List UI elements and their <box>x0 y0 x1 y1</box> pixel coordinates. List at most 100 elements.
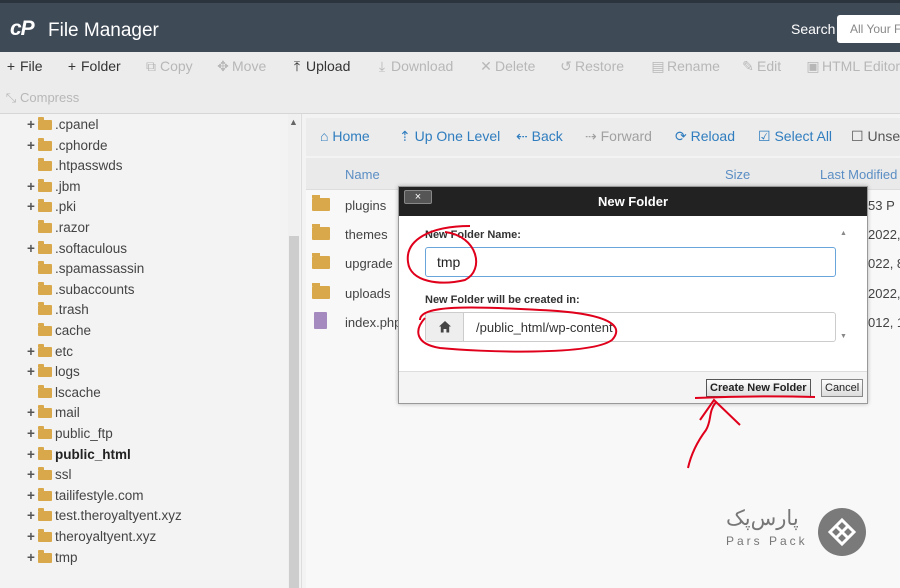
reload-button[interactable]: ⟳ Reload <box>675 128 735 145</box>
forward-button[interactable]: ⇢ Forward <box>585 128 652 145</box>
tree-item-label: .razor <box>55 220 90 235</box>
folder-icon <box>38 281 52 295</box>
html-editor-button[interactable]: ▣ HTML Editor <box>806 58 900 75</box>
new-folder-dialog: New Folder × New Folder Name: tmp New Fo… <box>398 186 868 404</box>
expand-icon[interactable]: + <box>27 426 38 441</box>
expand-icon[interactable]: + <box>27 179 38 194</box>
scroll-up-arrow-icon[interactable]: ▲ <box>289 117 298 127</box>
up-one-level-button[interactable]: ⇡ Up One Level <box>399 128 500 145</box>
expand-icon[interactable]: + <box>27 117 38 132</box>
tree-item[interactable]: .trash <box>27 302 89 317</box>
expand-icon[interactable]: + <box>27 508 38 523</box>
tree-item-label: .spamassassin <box>55 261 145 277</box>
tree-item-label: .subaccounts <box>55 281 135 297</box>
tree-item[interactable]: + theroyaltyent.xyz <box>27 529 156 544</box>
tree-item[interactable]: + mail <box>27 405 80 420</box>
restore-button[interactable]: ↺ Restore <box>559 58 624 75</box>
cancel-button[interactable]: Cancel <box>821 379 864 397</box>
dialog-body: New Folder Name: tmp New Folder will be … <box>399 216 867 371</box>
restore-label: Restore <box>575 58 625 74</box>
new-file-button[interactable]: + File <box>4 58 43 74</box>
select-all-label: Select All <box>774 128 833 144</box>
plus-icon: + <box>67 58 77 74</box>
tree-scroll-thumb[interactable] <box>289 236 299 588</box>
dialog-close-button[interactable]: × <box>404 190 432 204</box>
rename-button[interactable]: ▤ Rename <box>651 58 720 75</box>
forward-arrow-icon: ⇢ <box>585 128 601 144</box>
tree-item[interactable]: + public_ftp <box>27 426 113 441</box>
folder-icon <box>312 224 330 241</box>
expand-icon[interactable]: + <box>27 405 38 420</box>
tree-item[interactable]: .razor <box>27 220 90 235</box>
select-all-button[interactable]: ☑ Select All <box>758 128 832 145</box>
forward-label: Forward <box>600 128 652 144</box>
tree-item[interactable]: + public_html <box>27 446 131 462</box>
unselect-all-button[interactable]: ☐ Unse <box>851 128 900 145</box>
pencil-icon: ✎ <box>742 58 754 74</box>
folder-name-input[interactable]: tmp <box>425 247 836 277</box>
upload-button[interactable]: ⤒ Upload <box>290 58 350 75</box>
tree-item-label: mail <box>55 405 80 421</box>
dialog-footer: Create New Folder Cancel <box>399 371 867 403</box>
folder-icon <box>312 282 330 299</box>
html-editor-label: HTML Editor <box>822 58 900 74</box>
tree-item[interactable]: + logs <box>27 364 80 379</box>
expand-icon[interactable]: + <box>27 529 38 544</box>
tree-item[interactable]: + .softaculous <box>27 240 127 256</box>
folder-location-value: /public_html/wp-content <box>476 320 613 335</box>
tree-item[interactable]: .subaccounts <box>27 281 135 297</box>
folder-icon <box>38 158 52 172</box>
tree-item[interactable]: lscache <box>27 384 101 400</box>
dialog-title: New Folder <box>399 187 867 216</box>
expand-icon[interactable]: + <box>27 138 38 153</box>
tree-item-label: ssl <box>55 467 72 483</box>
home-button[interactable]: ⌂ Home <box>320 128 370 144</box>
new-folder-button[interactable]: + Folder <box>65 58 121 74</box>
tree-item[interactable]: + .cpanel <box>27 117 99 132</box>
restore-icon: ↺ <box>560 58 572 74</box>
delete-button[interactable]: ✕ Delete <box>479 58 535 75</box>
scroll-up-arrow-icon[interactable]: ▲ <box>840 230 847 237</box>
back-button[interactable]: ⇠ Back <box>516 128 563 145</box>
expand-icon[interactable]: + <box>27 550 38 565</box>
column-name-header[interactable]: Name <box>345 167 380 182</box>
search-scope-select[interactable]: All Your F <box>837 15 900 43</box>
expand-icon[interactable]: + <box>27 344 38 359</box>
tree-item[interactable]: .htpasswds <box>27 158 123 173</box>
expand-icon[interactable]: + <box>27 467 38 482</box>
tree-item[interactable]: cache <box>27 323 91 338</box>
expand-icon[interactable]: + <box>27 488 38 503</box>
tree-item[interactable]: + tailifestyle.com <box>27 487 144 503</box>
expand-icon[interactable]: + <box>27 199 38 214</box>
tree-item[interactable]: + .cphorde <box>27 137 108 153</box>
upload-label: Upload <box>306 58 351 74</box>
tree-item[interactable]: + .jbm <box>27 178 81 194</box>
edit-button[interactable]: ✎ Edit <box>741 58 781 75</box>
tree-item[interactable]: .spamassassin <box>27 261 144 276</box>
download-button[interactable]: ⤓ Download <box>375 58 453 75</box>
tree-item[interactable]: + ssl <box>27 467 72 482</box>
column-modified-header[interactable]: Last Modified <box>820 167 897 182</box>
expand-icon[interactable]: + <box>27 364 38 379</box>
move-button[interactable]: ✥ Move <box>216 58 266 75</box>
brand-logo-icon <box>818 508 866 556</box>
folder-icon <box>38 549 52 563</box>
plus-icon: + <box>6 58 16 74</box>
copy-button[interactable]: ⧉ Copy <box>144 58 193 75</box>
column-size-header[interactable]: Size <box>725 167 750 182</box>
reload-label: Reload <box>690 128 735 144</box>
folder-icon <box>38 178 52 192</box>
tree-item[interactable]: + tmp <box>27 549 78 565</box>
folder-location-field[interactable]: /public_html/wp-content <box>425 312 836 342</box>
tree-item[interactable]: + test.theroyaltyent.xyz <box>27 508 182 523</box>
cpanel-logo: cP <box>10 17 35 40</box>
scroll-down-arrow-icon[interactable]: ▼ <box>840 333 847 340</box>
create-new-folder-button[interactable]: Create New Folder <box>706 379 811 397</box>
expand-icon[interactable]: + <box>27 241 38 256</box>
tree-item[interactable]: + .pki <box>27 199 76 214</box>
tree-item[interactable]: + etc <box>27 343 73 359</box>
dialog-scrollbar[interactable]: ▲ ▼ <box>837 216 852 341</box>
rename-icon: ▤ <box>651 58 665 74</box>
expand-icon[interactable]: + <box>27 447 38 462</box>
compress-button[interactable]: ⤡ Compress <box>4 90 79 106</box>
